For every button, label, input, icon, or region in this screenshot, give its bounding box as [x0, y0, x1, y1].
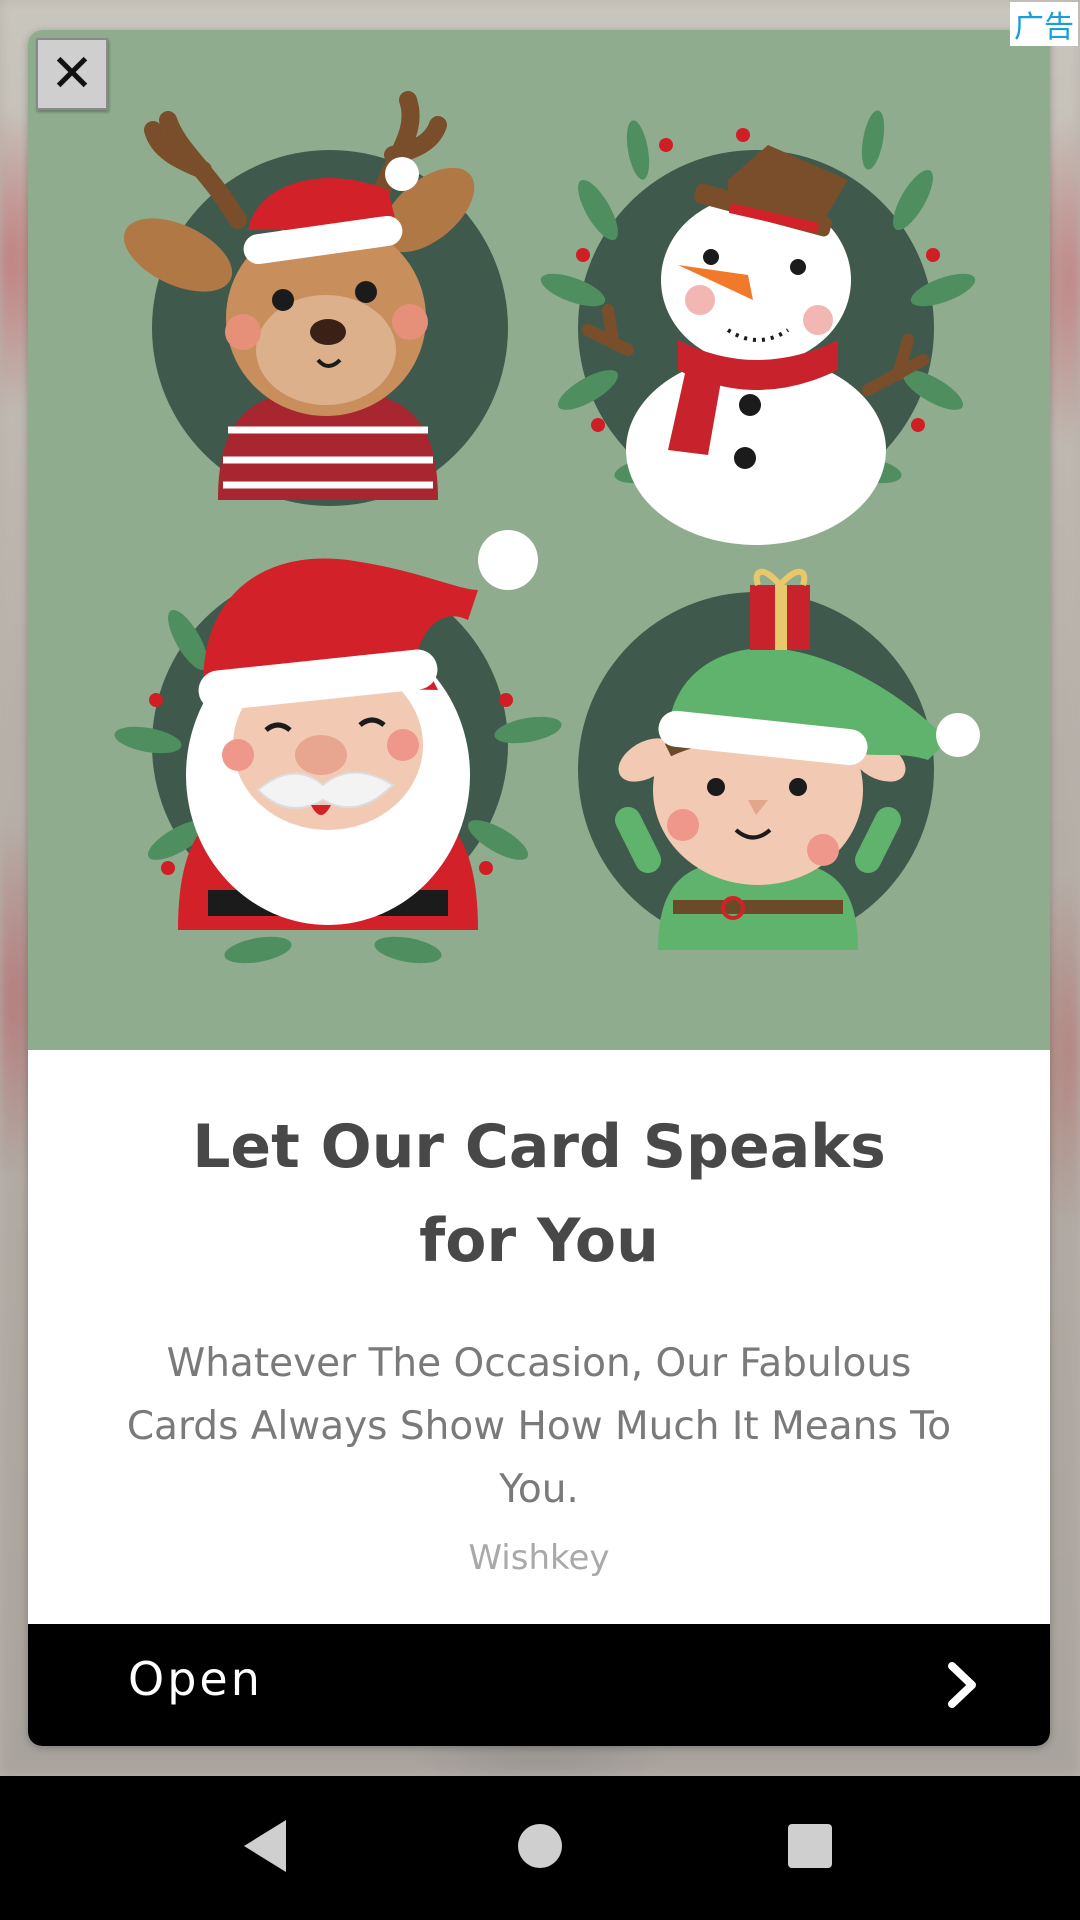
- advertiser-name: Wishkey: [468, 1538, 610, 1578]
- chevron-right-icon: [948, 1662, 976, 1708]
- ad-badge: 广告: [1010, 2, 1078, 46]
- elf-illustration: [578, 568, 980, 950]
- reindeer-illustration: [123, 91, 508, 506]
- close-button[interactable]: ✕: [36, 38, 108, 110]
- christmas-characters-illustration: [114, 91, 980, 964]
- snowman-illustration: [540, 110, 976, 545]
- ad-content[interactable]: Let Our Card Speaks for You Whatever The…: [28, 1050, 1050, 1644]
- open-button-label: Open: [128, 1652, 263, 1706]
- home-circle-icon[interactable]: [516, 1816, 564, 1876]
- system-navigation-bar: [0, 1776, 1080, 1920]
- hero-image[interactable]: ✕: [28, 30, 1050, 1050]
- ad-card[interactable]: ✕ Let Our Card Speaks for You Whatever T…: [28, 30, 1050, 1746]
- close-icon: ✕: [50, 44, 94, 104]
- open-button[interactable]: Open: [28, 1624, 1050, 1746]
- ad-description: Whatever The Occasion, Our Fabulous Card…: [126, 1341, 952, 1512]
- recents-square-icon[interactable]: [786, 1816, 834, 1876]
- ad-title: Let Our Card Speaks for You: [192, 1112, 886, 1276]
- back-triangle-icon[interactable]: [240, 1816, 290, 1876]
- santa-illustration: [114, 530, 562, 964]
